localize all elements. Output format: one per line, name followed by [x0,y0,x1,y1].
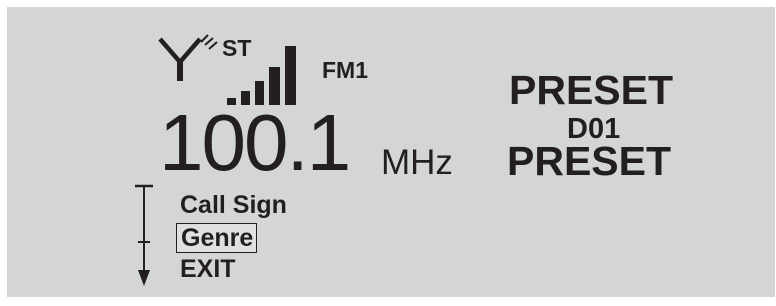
menu-item-exit[interactable]: EXIT [180,257,236,282]
band-label: FM1 [322,57,368,83]
signal-bar-5 [285,46,296,105]
menu-item-genre-selected[interactable]: Genre [176,223,258,253]
signal-strength-icon [227,46,296,105]
preset-label-bottom: PRESET [507,138,672,184]
preset-label-top: PRESET [509,67,674,113]
menu-item-call-sign[interactable]: Call Sign [180,193,287,218]
antenna-icon [158,34,218,81]
frequency-unit: MHz [381,143,453,182]
frequency-readout: 100.1 [159,98,351,187]
scroll-arrow-icon [135,184,153,286]
